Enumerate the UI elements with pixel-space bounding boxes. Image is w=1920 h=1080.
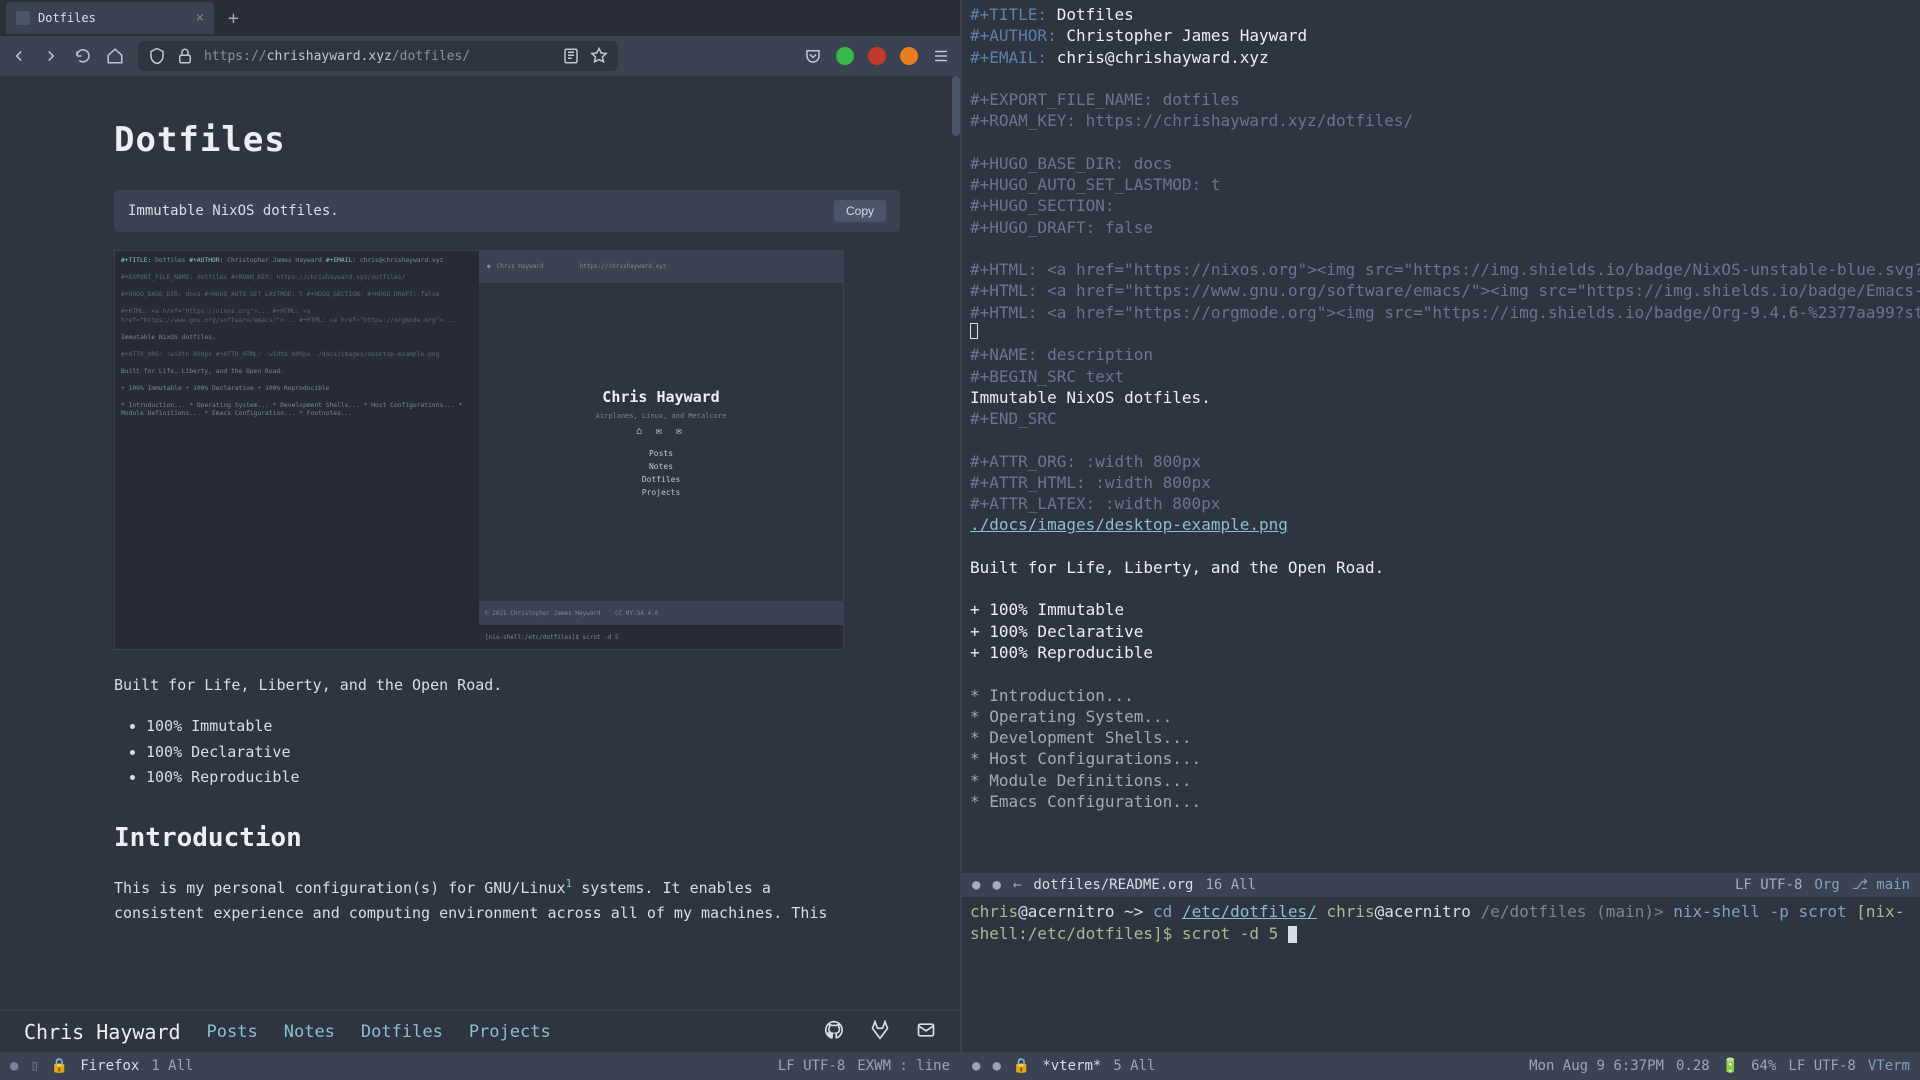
encoding: LF UTF-8 <box>1788 1058 1855 1074</box>
branch-icon: ⎇ <box>1852 877 1868 893</box>
feature-list: 100% Immutable 100% Declarative 100% Rep… <box>146 714 900 791</box>
forward-button[interactable] <box>42 47 60 65</box>
right-pane-emacs: #+TITLE: Dotfiles #+AUTHOR: Christopher … <box>962 0 1920 1080</box>
list-item: 100% Immutable <box>146 714 900 740</box>
home-button[interactable] <box>106 47 124 65</box>
page-viewport: Dotfiles Immutable NixOS dotfiles. Copy … <box>0 76 960 1010</box>
back-button[interactable] <box>10 47 28 65</box>
favicon-icon <box>16 11 30 25</box>
terminal-cursor <box>1288 926 1297 943</box>
encoding: LF UTF-8 <box>778 1058 845 1074</box>
thumb-editor-preview: #+TITLE: Dotfiles #+AUTHOR: Christopher … <box>115 251 479 649</box>
vterm-buffer[interactable]: chris@acernitro ~> cd /etc/dotfiles/ chr… <box>962 897 1920 1052</box>
close-tab-icon[interactable]: × <box>196 10 204 26</box>
lock-icon-small: 🔒 <box>51 1058 68 1074</box>
lock-icon-small: 🔒 <box>1013 1058 1030 1074</box>
buffer-pos: 5 All <box>1113 1058 1155 1074</box>
new-tab-button[interactable]: + <box>228 8 239 29</box>
gitlab-icon[interactable] <box>870 1020 890 1044</box>
battery-icon: 🔋 <box>1722 1058 1739 1074</box>
copy-button[interactable]: Copy <box>834 200 886 222</box>
vcs-branch: ⎇ main <box>1852 877 1910 893</box>
bookmark-star-icon[interactable] <box>590 47 608 65</box>
page-title: Dotfiles <box>114 120 900 160</box>
browser-tab-active[interactable]: Dotfiles × <box>6 2 214 34</box>
major-mode: EXWM : line <box>857 1058 950 1074</box>
tagline: Built for Life, Liberty, and the Open Ro… <box>114 676 900 694</box>
encoding: LF UTF-8 <box>1735 877 1802 893</box>
shield-icon <box>148 47 166 65</box>
org-buffer[interactable]: #+TITLE: Dotfiles #+AUTHOR: Christopher … <box>962 0 1920 873</box>
page-content: Dotfiles Immutable NixOS dotfiles. Copy … <box>0 76 960 1010</box>
site-brand[interactable]: Chris Hayward <box>24 1020 181 1044</box>
github-icon[interactable] <box>824 1020 844 1044</box>
thumb-hero-tagline: Airplanes, Linux, and Metalcore <box>596 412 727 420</box>
extension-green-icon[interactable] <box>836 47 854 65</box>
mail-icon[interactable] <box>916 1020 936 1044</box>
scrollbar[interactable] <box>952 76 960 136</box>
buffer-filename: dotfiles/README.org <box>1033 877 1193 893</box>
intro-heading: Introduction <box>114 823 900 853</box>
circle-icon: ● <box>10 1058 18 1074</box>
reload-button[interactable] <box>74 47 92 65</box>
footer-link-projects[interactable]: Projects <box>469 1022 551 1042</box>
buffer-pos: 1 All <box>151 1058 193 1074</box>
clock: Mon Aug 9 6:37PM <box>1529 1058 1664 1074</box>
thumb-hero-name: Chris Hayward <box>602 388 719 406</box>
lock-icon <box>176 47 194 65</box>
footer-link-notes[interactable]: Notes <box>284 1022 335 1042</box>
left-modeline: ● ▯ 🔒 Firefox 1 All LF UTF-8 EXWM : line <box>0 1052 960 1080</box>
major-mode: Org <box>1814 877 1839 893</box>
hero-screenshot: #+TITLE: Dotfiles #+AUTHOR: Christopher … <box>114 250 844 650</box>
intro-paragraph: This is my personal configuration(s) for… <box>114 875 844 927</box>
footer-link-dotfiles[interactable]: Dotfiles <box>361 1022 443 1042</box>
buffer-pos: 16 All <box>1205 877 1256 893</box>
extension-red-icon[interactable] <box>868 47 886 65</box>
major-mode: VTerm <box>1868 1058 1910 1074</box>
url-bar[interactable]: https://chrishayward.xyz/dotfiles/ <box>138 41 618 71</box>
browser-toolbar: https://chrishayward.xyz/dotfiles/ <box>0 36 960 76</box>
url-text: https://chrishayward.xyz/dotfiles/ <box>204 49 470 64</box>
buffer-name: *vterm* <box>1042 1058 1101 1074</box>
editor-modeline: ●● ← dotfiles/README.org 16 All LF UTF-8… <box>962 873 1920 897</box>
reader-mode-icon[interactable] <box>562 47 580 65</box>
right-modeline: ●● 🔒 *vterm* 5 All Mon Aug 9 6:37PM 0.28… <box>962 1052 1920 1080</box>
description-text: Immutable NixOS dotfiles. <box>128 203 339 219</box>
list-item: 100% Declarative <box>146 740 900 766</box>
buffer-name: Firefox <box>80 1058 139 1074</box>
battery-pct: 64% <box>1751 1058 1776 1074</box>
left-pane-firefox: Dotfiles × + https://chrishayward.xyz/do… <box>0 0 962 1080</box>
tab-title: Dotfiles <box>38 11 96 25</box>
site-footer-nav: Chris Hayward Posts Notes Dotfiles Proje… <box>0 1010 960 1052</box>
pocket-icon[interactable] <box>804 47 822 65</box>
footer-link-posts[interactable]: Posts <box>207 1022 258 1042</box>
thumb-browser-preview: ●Chris Haywardhttps://chrishayward.xyz C… <box>479 251 843 649</box>
hamburger-menu-icon[interactable] <box>932 47 950 65</box>
list-item: 100% Reproducible <box>146 765 900 791</box>
load-avg: 0.28 <box>1676 1058 1710 1074</box>
description-codebox: Immutable NixOS dotfiles. Copy <box>114 190 900 232</box>
browser-tab-strip: Dotfiles × + <box>0 0 960 36</box>
extension-orange-icon[interactable] <box>900 47 918 65</box>
back-arrow-icon: ← <box>1013 877 1021 893</box>
